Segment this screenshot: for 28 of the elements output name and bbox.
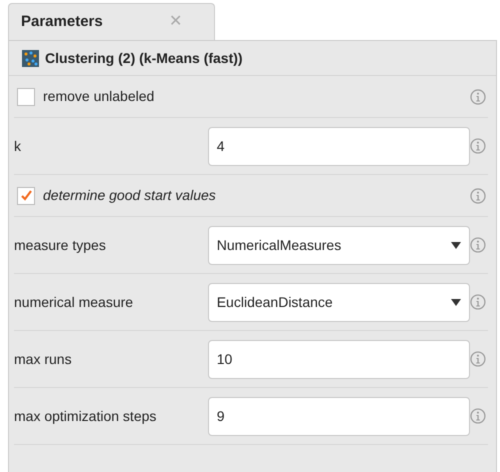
parameter-label: measure types xyxy=(14,236,107,255)
info-icon[interactable] xyxy=(470,294,486,310)
parameter-label: numerical measure xyxy=(14,292,134,312)
caret-icon xyxy=(451,242,462,248)
info-icon[interactable] xyxy=(470,351,486,367)
info-icon[interactable] xyxy=(470,188,486,204)
parameter-label: max optimization steps xyxy=(14,406,158,426)
operator-title: Clustering (2) (k-Means (fast)) xyxy=(45,48,243,68)
dropdown-value: NumericalMeasures xyxy=(216,236,342,254)
parameter-label: max runs xyxy=(14,350,73,368)
dropdown[interactable]: EuclideanDistance xyxy=(208,282,470,322)
info-icon[interactable] xyxy=(470,138,486,154)
checkbox[interactable] xyxy=(17,186,35,204)
checkbox-label: remove unlabeled xyxy=(43,87,154,106)
info-icon[interactable] xyxy=(470,88,486,104)
input-field[interactable]: 10 xyxy=(208,340,470,378)
parameters-tab[interactable]: Parameters ✕ xyxy=(8,3,215,40)
dropdown-value: EuclideanDistance xyxy=(216,292,333,312)
dropdown[interactable]: NumericalMeasures xyxy=(208,226,470,264)
checkbox-label: determine good start values xyxy=(43,186,216,205)
cluster-icon xyxy=(22,50,39,66)
checkbox[interactable] xyxy=(17,88,35,106)
input-field[interactable]: 4 xyxy=(208,126,470,166)
input-field[interactable]: 9 xyxy=(208,396,470,436)
info-icon[interactable] xyxy=(470,408,486,424)
caret-icon xyxy=(451,298,462,306)
info-icon[interactable] xyxy=(470,237,486,253)
parameter-label: k xyxy=(14,136,22,156)
